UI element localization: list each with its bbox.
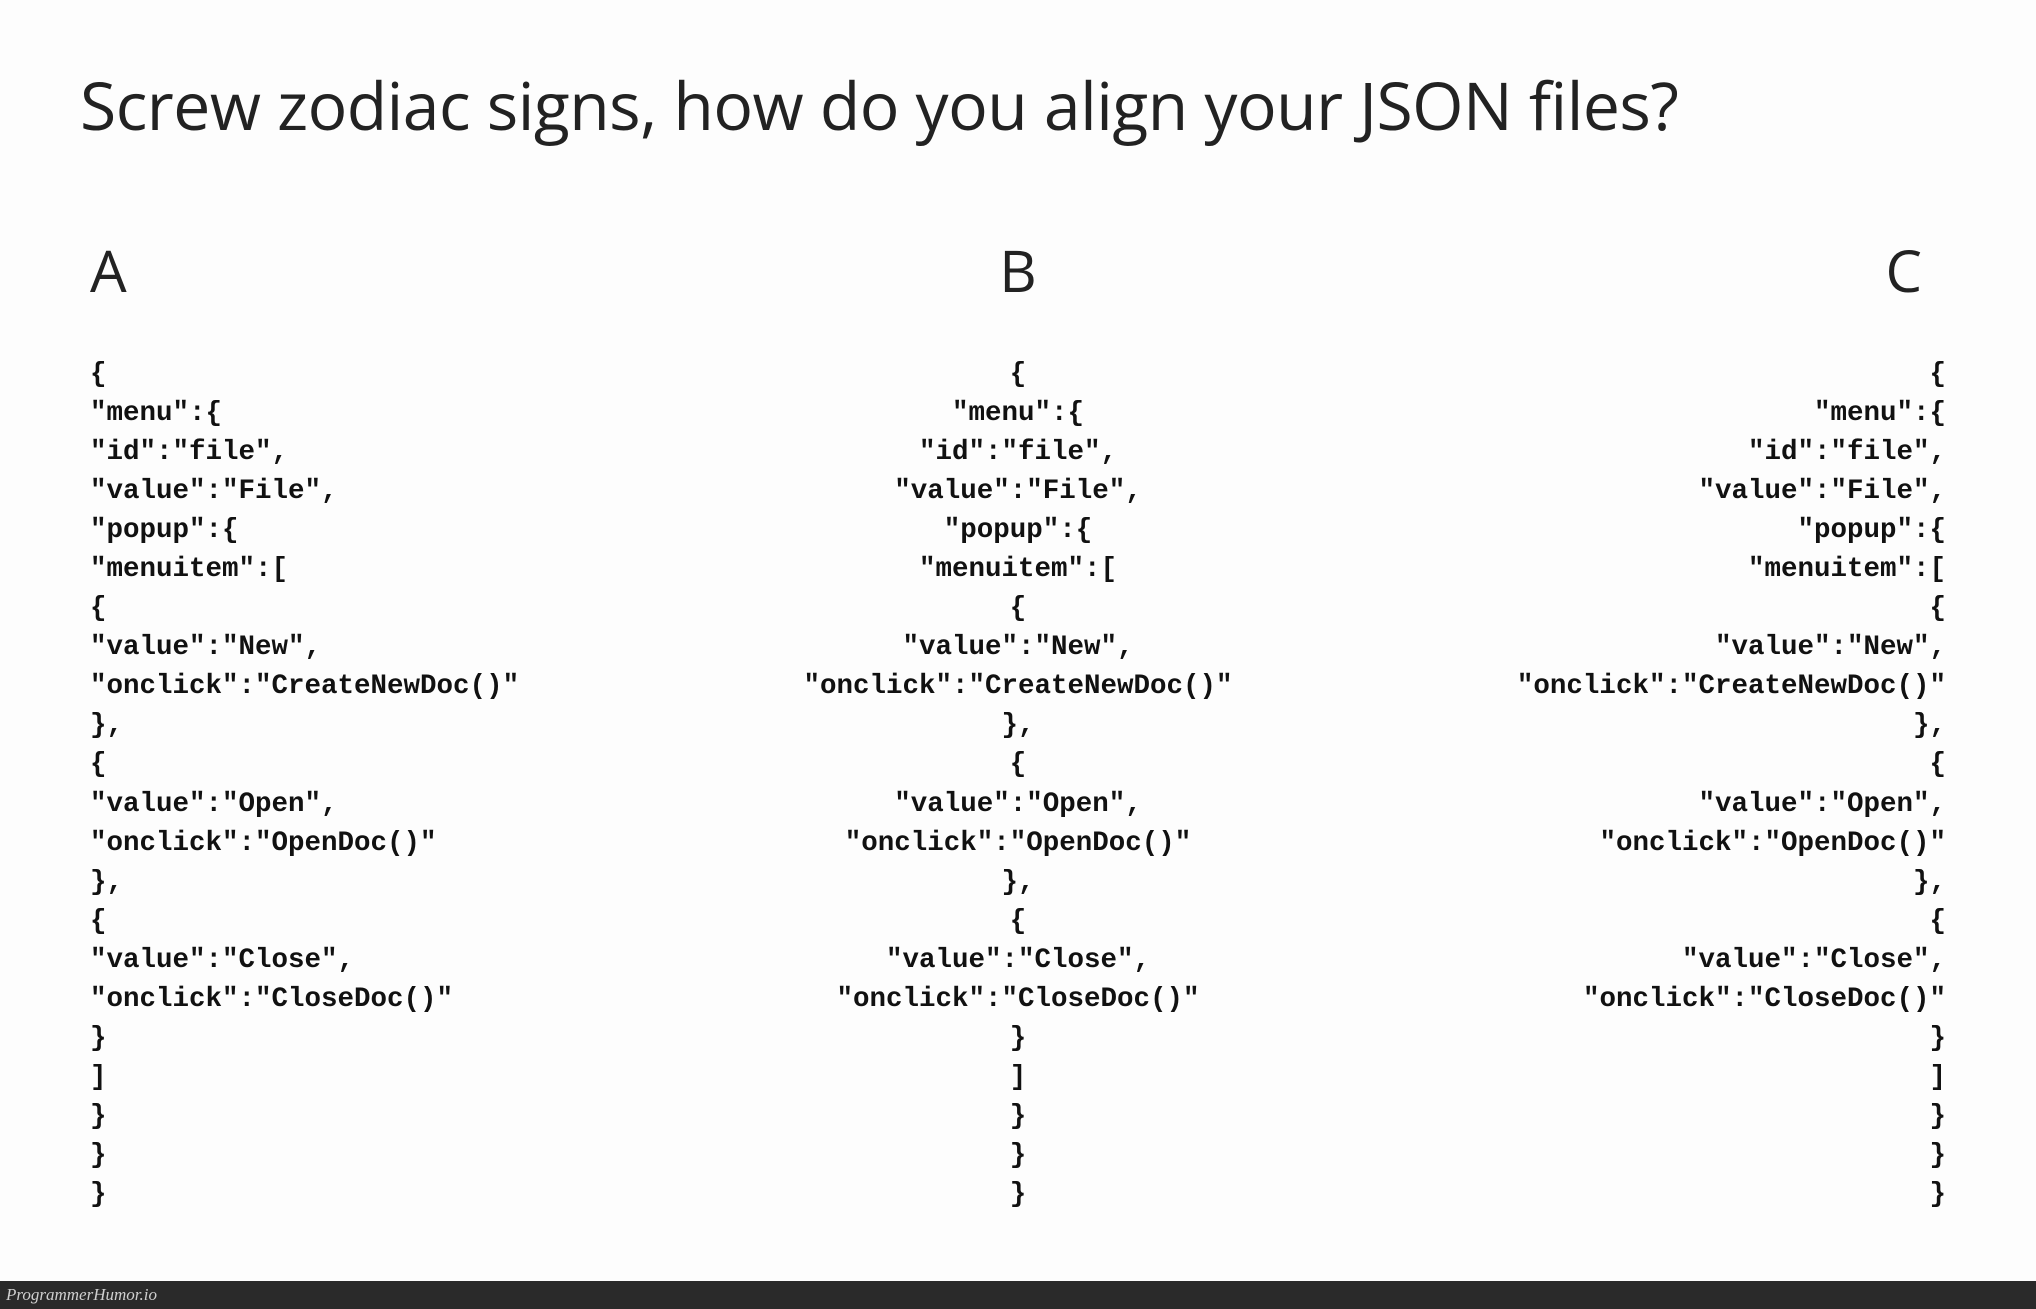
- columns-container: A {"menu":{"id":"file","value":"File","p…: [80, 230, 1956, 1214]
- code-line: }: [722, 1175, 1314, 1214]
- code-line: "menu":{: [90, 394, 682, 433]
- column-b: B {"menu":{"id":"file","value":"File","p…: [722, 230, 1314, 1214]
- column-a-label: A: [90, 230, 682, 309]
- code-line: }: [1354, 1136, 1946, 1175]
- column-c: C {"menu":{"id":"file","value":"File","p…: [1354, 230, 1946, 1214]
- code-line: "onclick":"OpenDoc()": [722, 824, 1314, 863]
- code-line: },: [90, 863, 682, 902]
- code-line: "value":"Close",: [722, 941, 1314, 980]
- code-line: }: [722, 1019, 1314, 1058]
- code-line: "value":"New",: [90, 628, 682, 667]
- code-line: }: [1354, 1097, 1946, 1136]
- code-line: {: [722, 902, 1314, 941]
- footer-watermark: ProgrammerHumor.io: [0, 1281, 2036, 1309]
- code-line: {: [1354, 745, 1946, 784]
- code-line: "id":"file",: [1354, 433, 1946, 472]
- code-line: {: [722, 589, 1314, 628]
- column-b-label: B: [722, 230, 1314, 309]
- page-title: Screw zodiac signs, how do you align you…: [80, 60, 1956, 150]
- code-line: "onclick":"CloseDoc()": [90, 980, 682, 1019]
- code-line: "popup":{: [1354, 511, 1946, 550]
- code-line: "value":"File",: [90, 472, 682, 511]
- code-line: },: [1354, 863, 1946, 902]
- code-line: "value":"Close",: [1354, 941, 1946, 980]
- code-line: "value":"New",: [722, 628, 1314, 667]
- code-line: "value":"File",: [722, 472, 1314, 511]
- code-line: }: [90, 1136, 682, 1175]
- code-line: "menu":{: [722, 394, 1314, 433]
- code-line: "onclick":"CreateNewDoc()": [722, 667, 1314, 706]
- code-line: "value":"Open",: [1354, 785, 1946, 824]
- code-line: ]: [722, 1058, 1314, 1097]
- code-line: }: [90, 1097, 682, 1136]
- code-line: }: [1354, 1019, 1946, 1058]
- code-line: "popup":{: [722, 511, 1314, 550]
- code-line: }: [90, 1175, 682, 1214]
- code-line: "onclick":"CreateNewDoc()": [90, 667, 682, 706]
- code-line: }: [1354, 1175, 1946, 1214]
- code-line: {: [90, 355, 682, 394]
- code-line: "menuitem":[: [90, 550, 682, 589]
- code-block-a: {"menu":{"id":"file","value":"File","pop…: [90, 355, 682, 1214]
- code-line: "onclick":"OpenDoc()": [90, 824, 682, 863]
- code-line: {: [90, 745, 682, 784]
- code-line: "menuitem":[: [1354, 550, 1946, 589]
- code-line: "id":"file",: [722, 433, 1314, 472]
- code-line: "onclick":"CloseDoc()": [722, 980, 1314, 1019]
- code-line: "value":"File",: [1354, 472, 1946, 511]
- code-line: },: [722, 706, 1314, 745]
- code-line: "onclick":"OpenDoc()": [1354, 824, 1946, 863]
- column-a: A {"menu":{"id":"file","value":"File","p…: [90, 230, 682, 1214]
- code-line: "menuitem":[: [722, 550, 1314, 589]
- code-line: {: [1354, 355, 1946, 394]
- code-line: }: [722, 1097, 1314, 1136]
- column-c-label: C: [1354, 230, 1946, 309]
- code-line: {: [1354, 589, 1946, 628]
- code-line: },: [722, 863, 1314, 902]
- code-line: "value":"Open",: [722, 785, 1314, 824]
- code-line: ]: [1354, 1058, 1946, 1097]
- code-line: },: [1354, 706, 1946, 745]
- code-line: "menu":{: [1354, 394, 1946, 433]
- code-line: {: [722, 745, 1314, 784]
- code-line: {: [90, 902, 682, 941]
- code-line: {: [90, 589, 682, 628]
- code-block-c: {"menu":{"id":"file","value":"File","pop…: [1354, 355, 1946, 1214]
- code-line: },: [90, 706, 682, 745]
- code-line: "value":"New",: [1354, 628, 1946, 667]
- code-line: "popup":{: [90, 511, 682, 550]
- code-line: }: [722, 1136, 1314, 1175]
- code-line: "id":"file",: [90, 433, 682, 472]
- code-line: ]: [90, 1058, 682, 1097]
- code-line: "value":"Close",: [90, 941, 682, 980]
- code-line: "value":"Open",: [90, 785, 682, 824]
- code-line: "onclick":"CreateNewDoc()": [1354, 667, 1946, 706]
- code-line: {: [1354, 902, 1946, 941]
- code-line: }: [90, 1019, 682, 1058]
- code-line: "onclick":"CloseDoc()": [1354, 980, 1946, 1019]
- code-line: {: [722, 355, 1314, 394]
- code-block-b: {"menu":{"id":"file","value":"File","pop…: [722, 355, 1314, 1214]
